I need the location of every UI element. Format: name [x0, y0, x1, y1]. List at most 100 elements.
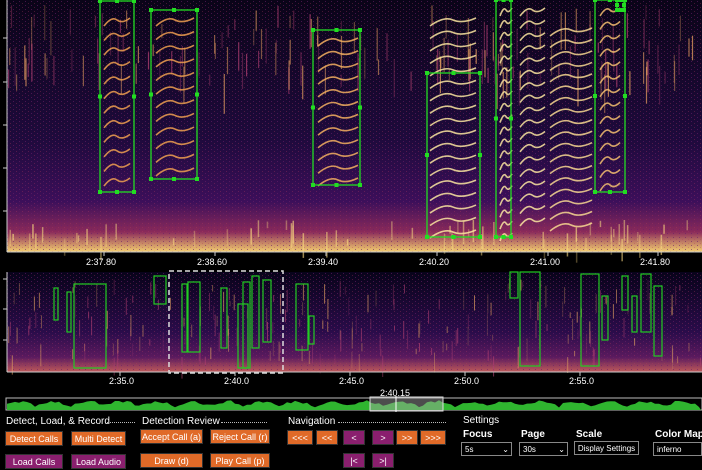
noise-streak: [147, 52, 150, 70]
noise-streak: [673, 54, 675, 83]
noise-streak: [522, 282, 524, 288]
main-tick-label-2: 2:39.40: [308, 257, 339, 267]
noise-streak: [94, 15, 97, 28]
nav-back-focus-button[interactable]: <<: [316, 430, 338, 445]
reject-call-button[interactable]: Reject Call (r): [210, 429, 270, 444]
noise-streak: [233, 294, 235, 311]
noise-streak: [280, 294, 281, 314]
noise-streak: [407, 330, 409, 350]
noise-streak: [490, 345, 492, 363]
noise-streak: [255, 10, 257, 31]
main-y-ticks: [3, 37, 7, 212]
focus-select[interactable]: 5s ⌄: [461, 442, 512, 456]
noise-streak: [79, 320, 81, 337]
noise-streak: [12, 233, 14, 241]
noise-streak: [13, 292, 15, 305]
nav-forward-step-button[interactable]: >: [372, 430, 394, 445]
nav-forward-page-button[interactable]: >>>: [420, 430, 446, 445]
box-handle: [478, 235, 482, 239]
noise-streak: [386, 33, 388, 62]
noise-streak: [209, 74, 211, 86]
overview-tick-label-2: 2:45.0: [339, 376, 365, 386]
box-handle: [311, 183, 315, 187]
multi-detect-button[interactable]: Multi Detect: [71, 431, 126, 446]
noise-streak: [351, 351, 353, 369]
noise-streak: [451, 231, 453, 252]
noise-streak: [457, 327, 459, 344]
noise-streak: [157, 299, 159, 310]
draw-button[interactable]: Draw (d): [140, 453, 203, 468]
page-select[interactable]: 30s ⌄: [519, 442, 568, 456]
accept-call-button[interactable]: Accept Call (a): [140, 429, 203, 444]
noise-streak: [113, 357, 115, 376]
box-handle: [593, 190, 597, 194]
noise-streak: [639, 234, 641, 258]
noise-streak: [526, 11, 528, 30]
noise-streak: [71, 49, 73, 72]
nav-end-button[interactable]: >|: [372, 453, 394, 468]
play-call-button[interactable]: Play Call (p): [210, 453, 270, 468]
noise-streak: [292, 225, 294, 252]
nav-start-button[interactable]: |<: [343, 453, 365, 468]
noise-streak: [142, 324, 144, 337]
load-calls-button[interactable]: Load Calls: [5, 454, 63, 469]
box-handle: [451, 235, 456, 239]
timeline-scrubber[interactable]: [0, 396, 702, 412]
noise-streak: [72, 287, 74, 293]
timeline-window-handle[interactable]: [369, 396, 444, 412]
noise-streak: [16, 327, 18, 344]
noise-streak: [302, 302, 304, 316]
box-handle: [509, 235, 513, 239]
nav-back-page-button[interactable]: <<<: [287, 430, 313, 445]
noise-streak: [260, 29, 263, 59]
noise-streak: [227, 25, 229, 38]
noise-streak: [530, 299, 532, 319]
noise-streak: [663, 224, 665, 234]
noise-streak: [419, 320, 421, 335]
noise-streak: [535, 320, 537, 338]
noise-streak: [63, 238, 66, 256]
noise-streak: [234, 19, 236, 31]
noise-streak: [132, 295, 134, 303]
noise-streak: [496, 73, 498, 110]
box-handle: [593, 94, 597, 98]
noise-streak: [183, 317, 185, 327]
overview-spectrogram[interactable]: [0, 268, 702, 388]
noise-streak: [512, 66, 514, 79]
noise-streak: [226, 229, 229, 246]
noise-streak: [112, 343, 114, 356]
color-map-select[interactable]: inferno: [653, 442, 702, 456]
noise-streak: [132, 343, 134, 357]
noise-streak: [376, 28, 378, 61]
nav-back-step-button[interactable]: <: [343, 430, 365, 445]
noise-streak: [25, 58, 27, 87]
noise-streak: [455, 330, 457, 347]
noise-streak: [659, 65, 661, 105]
noise-streak: [279, 344, 281, 354]
noise-streak: [560, 12, 562, 50]
noise-streak: [449, 225, 451, 234]
noise-streak: [344, 286, 346, 295]
noise-streak: [125, 297, 127, 315]
noise-streak: [91, 316, 93, 336]
noise-streak: [218, 332, 220, 352]
noise-streak: [334, 354, 336, 364]
display-settings-button[interactable]: Display Settings: [574, 441, 639, 455]
load-audio-button[interactable]: Load Audio: [71, 454, 126, 469]
noise-streak: [360, 328, 362, 342]
noise-streak: [32, 224, 34, 239]
nav-forward-focus-button[interactable]: >>: [396, 430, 418, 445]
noise-streak: [392, 284, 394, 305]
noise-streak: [671, 307, 673, 316]
noise-streak: [162, 331, 164, 354]
detect-calls-button[interactable]: Detect Calls: [5, 431, 63, 446]
overview-tick-label-1: 2:40.0: [224, 376, 250, 386]
main-spectrogram[interactable]: [0, 0, 702, 272]
settings-section-title: Settings: [463, 415, 500, 426]
noise-streak: [28, 233, 31, 251]
noise-streak: [253, 29, 255, 46]
box-handle: [478, 71, 482, 75]
box-handle: [501, 235, 506, 239]
box-handle: [195, 8, 199, 12]
noise-streak: [278, 341, 280, 361]
